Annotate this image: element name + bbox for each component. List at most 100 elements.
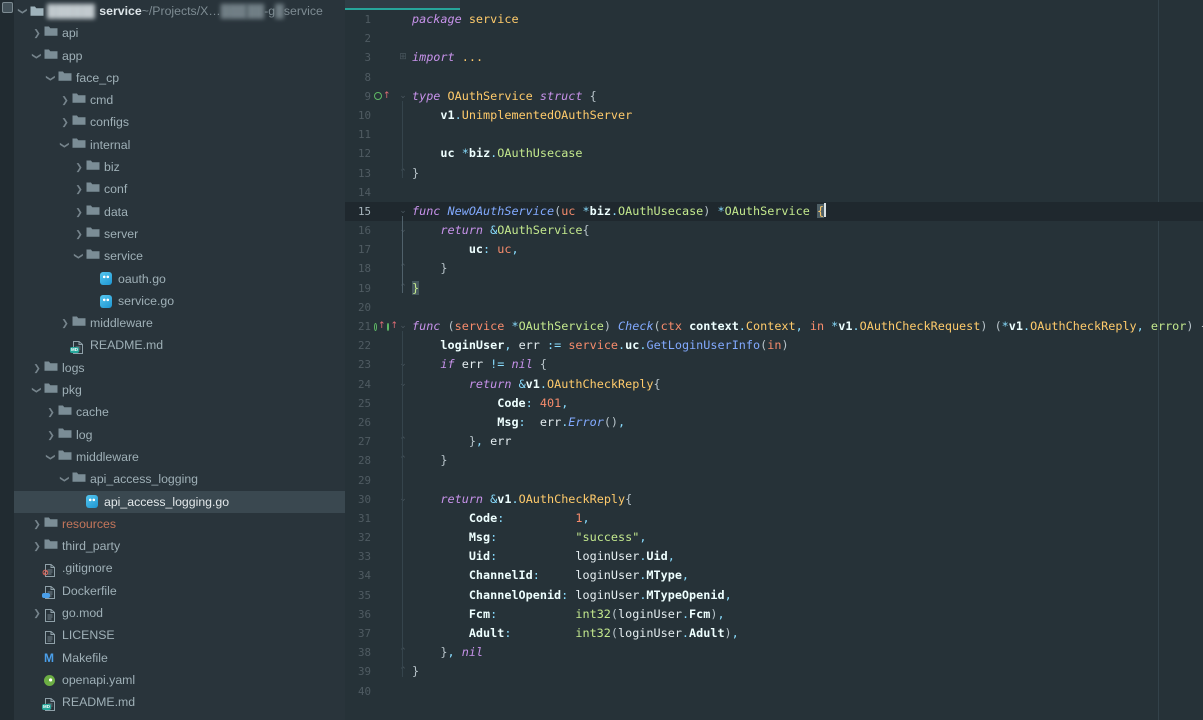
tree-item-api-access-logging-go[interactable]: api_access_logging.go [14,491,345,513]
tree-item-third-party[interactable]: ❯third_party [14,535,345,557]
line-number[interactable]: 23 [345,355,371,374]
tree-item--gitignore[interactable]: ⊘.gitignore [14,557,345,579]
code-line-36[interactable]: 36 Fcm: int32(loginUser.Fcm), [345,605,1203,624]
line-number[interactable]: 25 [345,394,371,413]
fold-marker-icon[interactable]: ⌄ [398,490,408,509]
fold-marker-icon[interactable]: ⌃ [398,451,408,470]
line-number[interactable]: 17 [345,240,371,259]
chevron-collapsed-icon[interactable]: ❯ [30,513,44,535]
fold-marker-icon[interactable]: ⌄ [398,355,408,374]
chevron-collapsed-icon[interactable]: ❯ [72,223,86,245]
line-number[interactable]: 38 [345,643,371,662]
fold-marker-icon[interactable]: ⌄ [398,87,408,106]
tree-item-readme-md[interactable]: MDREADME.md [14,691,345,713]
tree-item-conf[interactable]: ❯conf [14,178,345,200]
code-line-34[interactable]: 34 ChannelId: loginUser.MType, [345,566,1203,585]
code-line-11[interactable]: 11 [345,125,1203,144]
line-number[interactable]: 9 [345,87,371,106]
chevron-collapsed-icon[interactable]: ❯ [72,178,86,200]
code-line-12[interactable]: 12 uc *biz.OAuthUsecase [345,144,1203,163]
code-line-37[interactable]: 37 Adult: int32(loginUser.Adult), [345,624,1203,643]
tree-item-dockerfile[interactable]: Dockerfile [14,580,345,602]
code-line-21[interactable]: 21↑↑⌄func (service *OAuthService) Check(… [345,317,1203,336]
code-line-14[interactable]: 14 [345,183,1203,202]
code-line-16[interactable]: 16⌄ return &OAuthService{ [345,221,1203,240]
code-line-20[interactable]: 20 [345,298,1203,317]
tree-item-service[interactable]: ❯service [14,245,345,267]
tree-item-pkg[interactable]: ❯pkg [14,379,345,401]
code-line-23[interactable]: 23⌄ if err != nil { [345,355,1203,374]
fold-marker-icon[interactable]: ⌃ [398,643,408,662]
active-tab-indicator[interactable] [345,0,460,10]
implemented-marker-icon[interactable] [387,323,390,331]
line-number[interactable]: 21 [345,317,371,336]
line-number[interactable]: 28 [345,451,371,470]
override-arrow-icon[interactable]: ↑ [383,92,391,101]
line-number[interactable]: 2 [345,29,371,48]
tree-item-internal[interactable]: ❯internal [14,134,345,156]
code-line-10[interactable]: 10 v1.UnimplementedOAuthServer [345,106,1203,125]
line-number[interactable]: 8 [345,68,371,87]
line-number[interactable]: 15 [345,202,371,221]
tree-item-service-go[interactable]: service.go [14,290,345,312]
code-line-30[interactable]: 30⌄ return &v1.OAuthCheckReply{ [345,490,1203,509]
tree-item-face-cp[interactable]: ❯face_cp [14,67,345,89]
chevron-collapsed-icon[interactable]: ❯ [44,401,58,423]
line-number[interactable]: 13 [345,164,371,183]
fold-marker-icon[interactable]: ⌃ [398,259,408,278]
code-line-17[interactable]: 17 uc: uc, [345,240,1203,259]
line-number[interactable]: 18 [345,259,371,278]
line-number[interactable]: 22 [345,336,371,355]
line-number[interactable]: 31 [345,509,371,528]
chevron-collapsed-icon[interactable]: ❯ [44,424,58,446]
code-line-35[interactable]: 35 ChannelOpenid: loginUser.MTypeOpenid, [345,586,1203,605]
code-line-3[interactable]: 3⊞import ... [345,48,1203,67]
line-number[interactable]: 3 [345,48,371,67]
line-number[interactable]: 10 [345,106,371,125]
line-number[interactable]: 35 [345,586,371,605]
code-line-31[interactable]: 31 Code: 1, [345,509,1203,528]
fold-marker-icon[interactable]: ⌃ [398,432,408,451]
code-line-39[interactable]: 39⌃} [345,662,1203,681]
tree-item-oauth-go[interactable]: oauth.go [14,268,345,290]
tree-item-license[interactable]: LICENSE [14,624,345,646]
gutter-icons[interactable]: ↑↑ [371,317,398,336]
fold-marker-icon[interactable]: ⌄ [398,317,408,336]
line-number[interactable]: 20 [345,298,371,317]
tree-item-cmd[interactable]: ❯cmd [14,89,345,111]
project-root-row[interactable]: ❯█████▌ service ~/Projects/X… ███ ██-g█ … [14,0,345,22]
line-number[interactable]: 29 [345,471,371,490]
tree-item-cache[interactable]: ❯cache [14,401,345,423]
tree-item-configs[interactable]: ❯configs [14,111,345,133]
code-line-38[interactable]: 38⌃ }, nil [345,643,1203,662]
line-number[interactable]: 1 [345,10,371,29]
code-line-1[interactable]: 1package service [345,10,1203,29]
fold-marker-icon[interactable]: ⌃ [398,662,408,681]
line-number[interactable]: 14 [345,183,371,202]
override-arrow-icon[interactable]: ↑ [378,322,386,331]
chevron-collapsed-icon[interactable]: ❯ [72,201,86,223]
code-editor[interactable]: 1package service23⊞import ...89↑⌄type OA… [345,0,1203,720]
code-line-27[interactable]: 27⌃ }, err [345,432,1203,451]
tree-item-biz[interactable]: ❯biz [14,156,345,178]
tree-item-api-access-logging[interactable]: ❯api_access_logging [14,468,345,490]
line-number[interactable]: 40 [345,682,371,701]
code-line-40[interactable]: 40 [345,682,1203,701]
chevron-collapsed-icon[interactable]: ❯ [30,535,44,557]
override-arrow-icon[interactable]: ↑ [390,322,398,331]
tree-item-readme-md[interactable]: MDREADME.md [14,334,345,356]
code-line-29[interactable]: 29 [345,471,1203,490]
line-number[interactable]: 37 [345,624,371,643]
line-number[interactable]: 36 [345,605,371,624]
chevron-collapsed-icon[interactable]: ❯ [72,156,86,178]
fold-marker-icon[interactable]: ⌃ [398,279,408,298]
implemented-marker-icon[interactable] [374,92,382,100]
code-line-24[interactable]: 24⌄ return &v1.OAuthCheckReply{ [345,375,1203,394]
line-number[interactable]: 24 [345,375,371,394]
line-number[interactable]: 39 [345,662,371,681]
line-number[interactable]: 33 [345,547,371,566]
code-line-8[interactable]: 8 [345,68,1203,87]
tree-item-log[interactable]: ❯log [14,424,345,446]
line-number[interactable]: 19 [345,279,371,298]
code-line-26[interactable]: 26 Msg: err.Error(), [345,413,1203,432]
